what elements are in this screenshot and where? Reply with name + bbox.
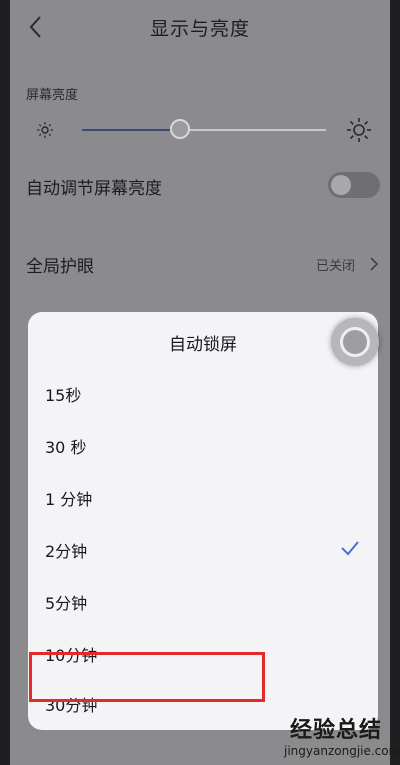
check-icon <box>341 541 359 556</box>
auto-brightness-label: 自动调节屏幕亮度 <box>26 179 162 199</box>
eye-care-status: 已关闭 <box>316 259 356 274</box>
watermark-url: jingyanzongjie.com <box>284 744 400 758</box>
photo-edge-left <box>0 0 10 765</box>
sun-small-icon <box>37 122 53 138</box>
brightness-track-fill <box>82 129 180 131</box>
option-label: 30 秒 <box>45 438 87 457</box>
option-label: 1 分钟 <box>45 490 93 509</box>
option-15s[interactable]: 15秒 <box>28 368 378 420</box>
auto-brightness-row: 自动调节屏幕亮度 <box>10 162 390 208</box>
option-label: 5分钟 <box>45 594 88 613</box>
brightness-thumb[interactable] <box>169 119 190 139</box>
option-2min[interactable]: 2分钟 <box>28 524 378 576</box>
dialog-title: 自动锁屏 <box>169 335 237 355</box>
watermark: 经验总结 jingyanzongjie.com <box>284 712 400 762</box>
auto-brightness-toggle[interactable] <box>328 172 380 198</box>
sun-large-icon <box>347 118 371 142</box>
brightness-slider[interactable] <box>10 110 390 150</box>
brightness-section-label: 屏幕亮度 <box>26 88 79 103</box>
option-1min[interactable]: 1 分钟 <box>28 472 378 524</box>
option-5min[interactable]: 5分钟 <box>28 576 378 628</box>
option-label: 2分钟 <box>45 542 88 561</box>
floating-assistive-ball[interactable] <box>331 318 379 366</box>
highlight-annotation-box <box>29 652 265 702</box>
option-30s[interactable]: 30 秒 <box>28 420 378 472</box>
floating-ball-ring-icon <box>340 327 370 357</box>
page-title: 显示与亮度 <box>149 18 250 40</box>
header: 显示与亮度 <box>10 0 390 58</box>
option-label: 15秒 <box>45 386 82 405</box>
eye-care-label: 全局护眼 <box>26 257 94 277</box>
chevron-right-icon <box>370 257 378 271</box>
eye-care-row[interactable]: 全局护眼 已关闭 <box>10 240 390 286</box>
photo-edge-right <box>390 0 400 765</box>
toggle-knob <box>331 175 351 195</box>
watermark-title: 经验总结 <box>290 718 383 743</box>
brightness-track[interactable] <box>82 129 326 131</box>
